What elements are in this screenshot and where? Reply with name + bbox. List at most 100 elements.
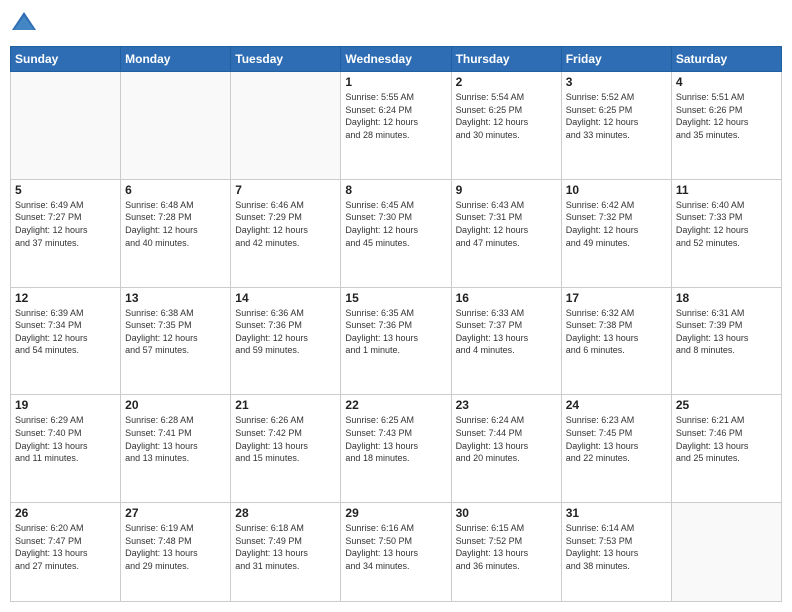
day-info: Sunrise: 6:29 AM Sunset: 7:40 PM Dayligh… xyxy=(15,414,116,464)
day-info: Sunrise: 5:52 AM Sunset: 6:25 PM Dayligh… xyxy=(566,91,667,141)
day-number: 3 xyxy=(566,75,667,89)
calendar-cell: 13 Sunrise: 6:38 AM Sunset: 7:35 PM Dayli… xyxy=(121,287,231,395)
day-number: 29 xyxy=(345,506,446,520)
day-info: Sunrise: 6:18 AM Sunset: 7:49 PM Dayligh… xyxy=(235,522,336,572)
day-number: 20 xyxy=(125,398,226,412)
day-info: Sunrise: 6:28 AM Sunset: 7:41 PM Dayligh… xyxy=(125,414,226,464)
day-number: 23 xyxy=(456,398,557,412)
day-info: Sunrise: 6:39 AM Sunset: 7:34 PM Dayligh… xyxy=(15,307,116,357)
calendar-cell: 10 Sunrise: 6:42 AM Sunset: 7:32 PM Dayli… xyxy=(561,179,671,287)
calendar-cell: 17 Sunrise: 6:32 AM Sunset: 7:38 PM Dayli… xyxy=(561,287,671,395)
day-number: 4 xyxy=(676,75,777,89)
day-info: Sunrise: 6:20 AM Sunset: 7:47 PM Dayligh… xyxy=(15,522,116,572)
day-info: Sunrise: 5:54 AM Sunset: 6:25 PM Dayligh… xyxy=(456,91,557,141)
calendar-cell: 31 Sunrise: 6:14 AM Sunset: 7:53 PM Dayli… xyxy=(561,503,671,602)
day-info: Sunrise: 6:42 AM Sunset: 7:32 PM Dayligh… xyxy=(566,199,667,249)
calendar-cell: 11 Sunrise: 6:40 AM Sunset: 7:33 PM Dayli… xyxy=(671,179,781,287)
calendar-cell: 21Sunrise: 6:26 AM Sunset: 7:42 PM Dayli… xyxy=(231,395,341,503)
day-number: 18 xyxy=(676,291,777,305)
day-info: Sunrise: 6:38 AM Sunset: 7:35 PM Dayligh… xyxy=(125,307,226,357)
day-info: Sunrise: 6:15 AM Sunset: 7:52 PM Dayligh… xyxy=(456,522,557,572)
calendar-cell: 12 Sunrise: 6:39 AM Sunset: 7:34 PM Dayli… xyxy=(11,287,121,395)
day-info: Sunrise: 6:19 AM Sunset: 7:48 PM Dayligh… xyxy=(125,522,226,572)
day-number: 11 xyxy=(676,183,777,197)
calendar-cell xyxy=(121,72,231,180)
calendar-cell: 14 Sunrise: 6:36 AM Sunset: 7:36 PM Dayli… xyxy=(231,287,341,395)
day-number: 21 xyxy=(235,398,336,412)
day-number: 16 xyxy=(456,291,557,305)
day-info: Sunrise: 6:43 AM Sunset: 7:31 PM Dayligh… xyxy=(456,199,557,249)
day-info: Sunrise: 6:23 AM Sunset: 7:45 PM Dayligh… xyxy=(566,414,667,464)
day-info: Sunrise: 6:48 AM Sunset: 7:28 PM Dayligh… xyxy=(125,199,226,249)
day-number: 15 xyxy=(345,291,446,305)
day-info: Sunrise: 6:49 AM Sunset: 7:27 PM Dayligh… xyxy=(15,199,116,249)
day-info: Sunrise: 6:32 AM Sunset: 7:38 PM Dayligh… xyxy=(566,307,667,357)
calendar-cell: 29 Sunrise: 6:16 AM Sunset: 7:50 PM Dayli… xyxy=(341,503,451,602)
day-number: 30 xyxy=(456,506,557,520)
day-info: Sunrise: 6:16 AM Sunset: 7:50 PM Dayligh… xyxy=(345,522,446,572)
weekday-header-wednesday: Wednesday xyxy=(341,47,451,72)
day-number: 24 xyxy=(566,398,667,412)
day-number: 7 xyxy=(235,183,336,197)
day-number: 31 xyxy=(566,506,667,520)
calendar-cell: 9 Sunrise: 6:43 AM Sunset: 7:31 PM Daylig… xyxy=(451,179,561,287)
calendar-cell: 26 Sunrise: 6:20 AM Sunset: 7:47 PM Dayli… xyxy=(11,503,121,602)
calendar-cell: 28 Sunrise: 6:18 AM Sunset: 7:49 PM Dayli… xyxy=(231,503,341,602)
calendar-cell: 22 Sunrise: 6:25 AM Sunset: 7:43 PM Dayli… xyxy=(341,395,451,503)
weekday-header-thursday: Thursday xyxy=(451,47,561,72)
day-number: 13 xyxy=(125,291,226,305)
day-info: Sunrise: 6:24 AM Sunset: 7:44 PM Dayligh… xyxy=(456,414,557,464)
calendar-cell: 15 Sunrise: 6:35 AM Sunset: 7:36 PM Dayli… xyxy=(341,287,451,395)
day-info: Sunrise: 6:14 AM Sunset: 7:53 PM Dayligh… xyxy=(566,522,667,572)
calendar-cell: 23 Sunrise: 6:24 AM Sunset: 7:44 PM Dayli… xyxy=(451,395,561,503)
day-number: 14 xyxy=(235,291,336,305)
calendar-cell: 1 Sunrise: 5:55 AM Sunset: 6:24 PM Daylig… xyxy=(341,72,451,180)
day-number: 1 xyxy=(345,75,446,89)
day-number: 9 xyxy=(456,183,557,197)
day-number: 2 xyxy=(456,75,557,89)
day-number: 17 xyxy=(566,291,667,305)
day-info: Sunrise: 6:46 AM Sunset: 7:29 PM Dayligh… xyxy=(235,199,336,249)
weekday-header-tuesday: Tuesday xyxy=(231,47,341,72)
day-info: Sunrise: 6:40 AM Sunset: 7:33 PM Dayligh… xyxy=(676,199,777,249)
calendar-cell: 4Sunrise: 5:51 AM Sunset: 6:26 PM Daylig… xyxy=(671,72,781,180)
day-info: Sunrise: 6:21 AM Sunset: 7:46 PM Dayligh… xyxy=(676,414,777,464)
day-number: 19 xyxy=(15,398,116,412)
day-number: 10 xyxy=(566,183,667,197)
logo-icon xyxy=(10,10,38,38)
header xyxy=(10,10,782,38)
page: SundayMondayTuesdayWednesdayThursdayFrid… xyxy=(0,0,792,612)
weekday-header-saturday: Saturday xyxy=(671,47,781,72)
calendar-cell: 2 Sunrise: 5:54 AM Sunset: 6:25 PM Daylig… xyxy=(451,72,561,180)
logo xyxy=(10,10,42,38)
calendar-cell: 19 Sunrise: 6:29 AM Sunset: 7:40 PM Dayli… xyxy=(11,395,121,503)
day-info: Sunrise: 6:45 AM Sunset: 7:30 PM Dayligh… xyxy=(345,199,446,249)
calendar-cell: 5 Sunrise: 6:49 AM Sunset: 7:27 PM Daylig… xyxy=(11,179,121,287)
calendar-cell xyxy=(671,503,781,602)
calendar-cell: 6Sunrise: 6:48 AM Sunset: 7:28 PM Daylig… xyxy=(121,179,231,287)
calendar-cell: 27Sunrise: 6:19 AM Sunset: 7:48 PM Dayli… xyxy=(121,503,231,602)
calendar-table: SundayMondayTuesdayWednesdayThursdayFrid… xyxy=(10,46,782,602)
day-number: 12 xyxy=(15,291,116,305)
day-number: 28 xyxy=(235,506,336,520)
calendar-cell: 30 Sunrise: 6:15 AM Sunset: 7:52 PM Dayli… xyxy=(451,503,561,602)
calendar-cell xyxy=(231,72,341,180)
day-info: Sunrise: 6:25 AM Sunset: 7:43 PM Dayligh… xyxy=(345,414,446,464)
day-info: Sunrise: 6:33 AM Sunset: 7:37 PM Dayligh… xyxy=(456,307,557,357)
day-number: 22 xyxy=(345,398,446,412)
calendar-cell: 8Sunrise: 6:45 AM Sunset: 7:30 PM Daylig… xyxy=(341,179,451,287)
calendar-cell: 25 Sunrise: 6:21 AM Sunset: 7:46 PM Dayli… xyxy=(671,395,781,503)
day-info: Sunrise: 5:55 AM Sunset: 6:24 PM Dayligh… xyxy=(345,91,446,141)
day-number: 26 xyxy=(15,506,116,520)
day-number: 5 xyxy=(15,183,116,197)
day-info: Sunrise: 6:35 AM Sunset: 7:36 PM Dayligh… xyxy=(345,307,446,357)
day-info: Sunrise: 6:31 AM Sunset: 7:39 PM Dayligh… xyxy=(676,307,777,357)
calendar-cell: 7 Sunrise: 6:46 AM Sunset: 7:29 PM Daylig… xyxy=(231,179,341,287)
day-info: Sunrise: 6:36 AM Sunset: 7:36 PM Dayligh… xyxy=(235,307,336,357)
calendar-cell: 24 Sunrise: 6:23 AM Sunset: 7:45 PM Dayli… xyxy=(561,395,671,503)
weekday-header-sunday: Sunday xyxy=(11,47,121,72)
calendar-cell: 3 Sunrise: 5:52 AM Sunset: 6:25 PM Daylig… xyxy=(561,72,671,180)
weekday-header-friday: Friday xyxy=(561,47,671,72)
calendar-cell: 20 Sunrise: 6:28 AM Sunset: 7:41 PM Dayli… xyxy=(121,395,231,503)
day-number: 25 xyxy=(676,398,777,412)
